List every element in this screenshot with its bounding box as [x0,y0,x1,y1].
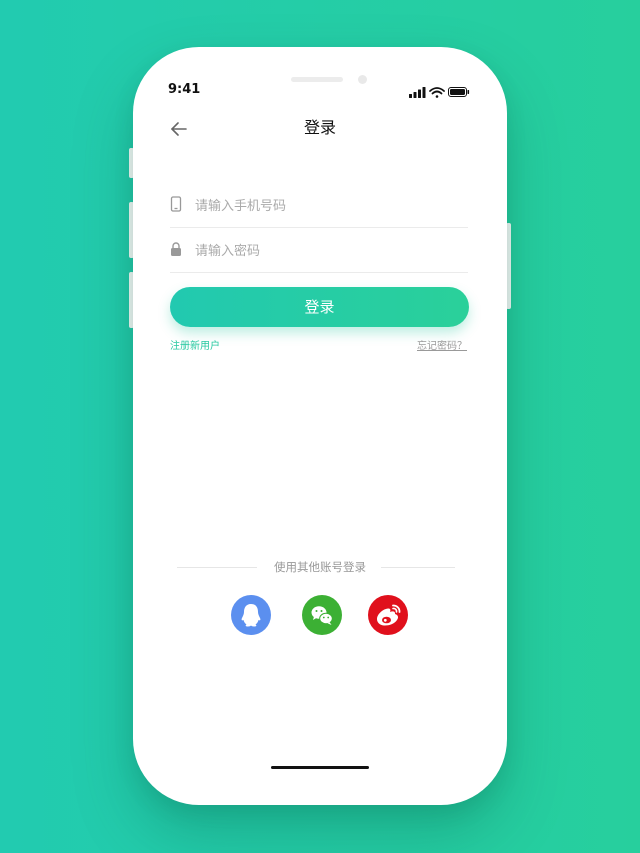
speaker-grill [291,77,343,82]
qq-icon [241,604,261,627]
phone-input[interactable] [193,191,467,221]
wechat-icon [311,606,333,625]
forgot-password-link[interactable]: 忘记密码？ [417,337,467,352]
lock-icon [170,240,182,258]
phone-field [170,183,468,228]
phone-icon [170,195,182,213]
weibo-icon [377,604,401,626]
battery-icon [448,87,470,97]
signal-icon [409,87,426,98]
front-camera [358,75,367,84]
divider-right [381,567,455,568]
register-link[interactable]: 注册新用户 [170,337,220,352]
page-title: 登录 [303,118,336,137]
password-input[interactable] [193,236,467,266]
wifi-icon [429,87,445,98]
phone-frame: 9:41 登录 请输入手机号码 登录 注册新用户 忘记密码？ 使用其他账号登录 [133,47,507,805]
weibo-login-button[interactable] [368,595,408,635]
wechat-login-button[interactable] [302,595,342,635]
home-indicator[interactable] [271,766,369,769]
qq-login-button[interactable] [231,595,271,635]
password-field [170,228,468,273]
status-icons [409,83,471,98]
status-time: 9:41 [168,82,201,97]
login-button[interactable]: 登录 [170,287,469,327]
